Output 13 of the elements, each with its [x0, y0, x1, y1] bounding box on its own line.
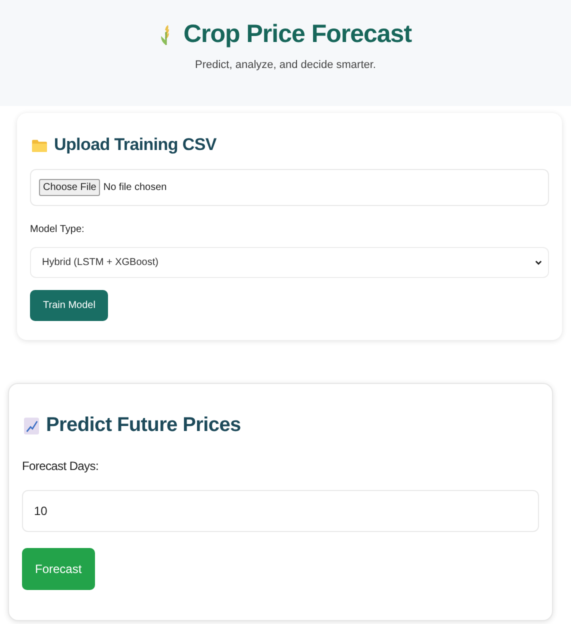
folder-icon — [32, 138, 47, 152]
chart-icon — [24, 416, 39, 434]
forecast-days-input[interactable]: 10 — [22, 490, 539, 532]
page-title: Crop Price Forecast — [183, 20, 412, 49]
field-label: Model Type: — [30, 224, 84, 235]
caret-icon — [535, 260, 542, 266]
model-type-dropdown[interactable]: Hybrid (LSTM + XGBoost) — [30, 247, 549, 278]
page-subtitle: Predict, analyze, and decide smarter. — [195, 59, 376, 71]
field-label: Forecast Days: — [22, 459, 98, 473]
card-title: Predict Future Prices — [46, 414, 241, 437]
card-title: Upload Training CSV — [54, 135, 216, 155]
train-model-button[interactable]: Train Model — [30, 290, 108, 321]
file-input[interactable]: Choose File No file chosen — [30, 169, 549, 206]
